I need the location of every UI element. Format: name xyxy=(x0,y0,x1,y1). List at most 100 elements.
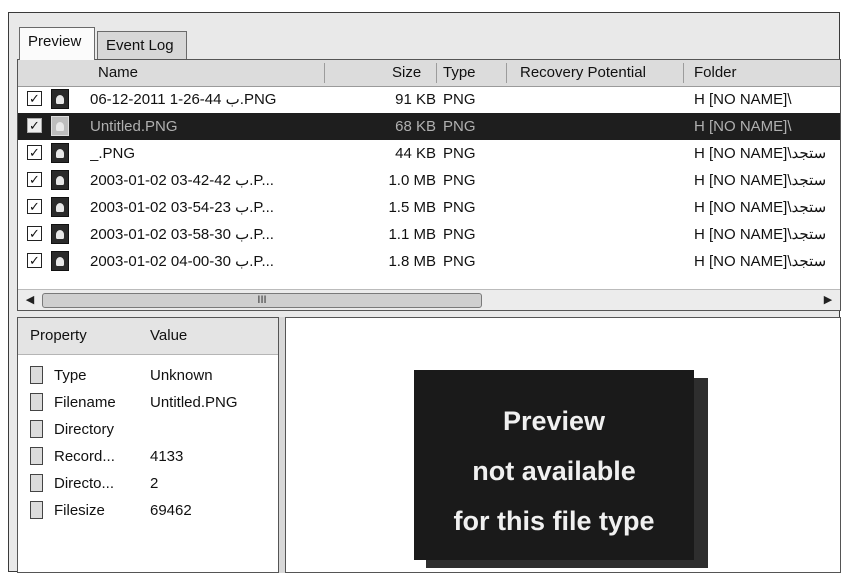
tab-event-log[interactable]: Event Log xyxy=(97,31,187,59)
property-name: Filename xyxy=(54,394,116,411)
file-folder: H [NO NAME]\ستجد xyxy=(694,226,827,243)
file-folder: H [NO NAME]\ xyxy=(694,118,792,135)
file-list: Name Size Type Recovery Potential Folder… xyxy=(17,59,841,311)
file-type: PNG xyxy=(443,199,476,216)
file-row[interactable]: ✓ Untitled.PNG 68 KB PNG H [NO NAME]\ xyxy=(18,113,840,140)
property-row[interactable]: Filename Untitled.PNG xyxy=(18,389,278,416)
column-header-value[interactable]: Value xyxy=(150,318,187,354)
column-header-size[interactable]: Size xyxy=(392,60,421,86)
column-divider[interactable] xyxy=(506,63,507,83)
file-name: Untitled.PNG xyxy=(90,118,178,135)
image-file-icon xyxy=(51,224,69,244)
image-file-icon xyxy=(51,251,69,271)
file-checkbox[interactable]: ✓ xyxy=(27,172,42,187)
file-checkbox[interactable]: ✓ xyxy=(27,226,42,241)
column-header-folder[interactable]: Folder xyxy=(694,60,737,86)
image-file-icon xyxy=(51,197,69,217)
property-name: Type xyxy=(54,367,87,384)
preview-message-line: Preview xyxy=(502,406,606,436)
file-checkbox[interactable]: ✓ xyxy=(27,91,42,106)
preview-message-line: not available xyxy=(472,456,636,486)
file-folder: H [NO NAME]\ xyxy=(694,91,792,108)
image-file-icon xyxy=(51,89,69,109)
file-folder: H [NO NAME]\ستجد xyxy=(694,199,827,216)
file-size: 1.8 MB xyxy=(388,253,436,270)
property-name: Directory xyxy=(54,421,115,438)
file-checkbox[interactable]: ✓ xyxy=(27,118,42,133)
image-file-icon xyxy=(51,116,69,136)
file-row[interactable]: ✓ 2003-01-02 03-54-23 ب.P... 1.5 MB PNG H [N… xyxy=(18,194,840,221)
file-checkbox[interactable]: ✓ xyxy=(27,145,42,160)
property-name: Directo... xyxy=(54,475,115,492)
recovery-window: Preview Event Log Name Size Type Recover… xyxy=(8,12,841,573)
file-size: 1.0 MB xyxy=(388,172,436,189)
property-name: Record... xyxy=(54,448,115,465)
file-row[interactable]: ✓ _.PNG 44 KB PNG H [NO NAME]\ستجد xyxy=(18,140,840,167)
property-icon xyxy=(30,474,43,492)
file-type: PNG xyxy=(443,253,476,270)
property-row[interactable]: Directory xyxy=(18,416,278,443)
file-folder: H [NO NAME]\ستجد xyxy=(694,253,827,270)
column-header-name[interactable]: Name xyxy=(98,60,138,86)
file-size: 68 KB xyxy=(395,118,436,135)
property-row[interactable]: Record... 4133 xyxy=(18,443,278,470)
image-file-icon xyxy=(51,170,69,190)
file-row[interactable]: ✓ 2003-01-02 03-42-42 ب.P... 1.0 MB PNG H [N… xyxy=(18,167,840,194)
image-file-icon xyxy=(51,143,69,163)
property-value: 69462 xyxy=(150,502,192,519)
file-name: 06-12-2011 1-26-44 ب.PNG xyxy=(90,91,277,108)
property-row[interactable]: Type Unknown xyxy=(18,362,278,389)
file-type: PNG xyxy=(443,91,476,108)
column-divider[interactable] xyxy=(683,63,684,83)
property-value: Untitled.PNG xyxy=(150,394,238,411)
file-list-header: Name Size Type Recovery Potential Folder xyxy=(18,60,840,87)
property-icon xyxy=(30,447,43,465)
column-header-recovery-potential[interactable]: Recovery Potential xyxy=(520,60,646,86)
property-value: 4133 xyxy=(150,448,184,465)
column-divider[interactable] xyxy=(324,63,325,83)
tab-preview[interactable]: Preview xyxy=(19,27,95,60)
property-name: Filesize xyxy=(54,502,105,519)
file-size: 1.1 MB xyxy=(388,226,436,243)
file-folder: H [NO NAME]\ستجد xyxy=(694,172,827,189)
scroll-right-icon[interactable]: ▶ xyxy=(820,292,836,308)
file-type: PNG xyxy=(443,226,476,243)
file-name: _.PNG xyxy=(90,145,136,162)
properties-panel: Property Value Type Unknown Filename Untitl… xyxy=(17,317,279,573)
file-name: 2003-01-02 03-54-23 ب.P... xyxy=(90,199,274,216)
file-name: 2003-01-02 03-42-42 ب.P... xyxy=(90,172,274,189)
preview-message-line: for this file type xyxy=(453,506,655,536)
property-value: Unknown xyxy=(150,367,213,384)
tab-bar: Preview Event Log xyxy=(15,27,835,60)
property-icon xyxy=(30,393,43,411)
file-row[interactable]: ✓ 2003-01-02 03-58-30 ب.P... 1.1 MB PNG H [N… xyxy=(18,221,840,248)
column-header-type[interactable]: Type xyxy=(443,60,476,86)
preview-pane: Preview not available for this file type xyxy=(285,317,841,573)
property-row[interactable]: Directo... 2 xyxy=(18,470,278,497)
properties-header: Property Value xyxy=(18,318,278,355)
scrollbar-thumb[interactable]: III xyxy=(42,293,482,308)
file-name: 2003-01-02 04-00-30 ب.P... xyxy=(90,253,274,270)
file-row[interactable]: ✓ 2003-01-02 04-00-30 ب.P... 1.8 MB PNG H [N… xyxy=(18,248,840,275)
file-size: 91 KB xyxy=(395,91,436,108)
property-row[interactable]: Filesize 69462 xyxy=(18,497,278,524)
file-type: PNG xyxy=(443,145,476,162)
scroll-left-icon[interactable]: ◀ xyxy=(22,292,38,308)
file-folder: H [NO NAME]\ستجد xyxy=(694,145,827,162)
file-checkbox[interactable]: ✓ xyxy=(27,253,42,268)
column-header-property[interactable]: Property xyxy=(30,318,87,354)
file-type: PNG xyxy=(443,118,476,135)
preview-unavailable-placeholder: Preview not available for this file type xyxy=(414,370,694,560)
file-size: 1.5 MB xyxy=(388,199,436,216)
file-name: 2003-01-02 03-58-30 ب.P... xyxy=(90,226,274,243)
column-divider[interactable] xyxy=(436,63,437,83)
property-icon xyxy=(30,420,43,438)
file-checkbox[interactable]: ✓ xyxy=(27,199,42,214)
property-icon xyxy=(30,501,43,519)
property-icon xyxy=(30,366,43,384)
horizontal-scrollbar[interactable]: ◀ III ▶ xyxy=(18,289,840,310)
file-type: PNG xyxy=(443,172,476,189)
property-value: 2 xyxy=(150,475,159,492)
file-size: 44 KB xyxy=(395,145,436,162)
file-row[interactable]: ✓ 06-12-2011 1-26-44 ب.PNG 91 KB PNG H [NO N… xyxy=(18,86,840,113)
